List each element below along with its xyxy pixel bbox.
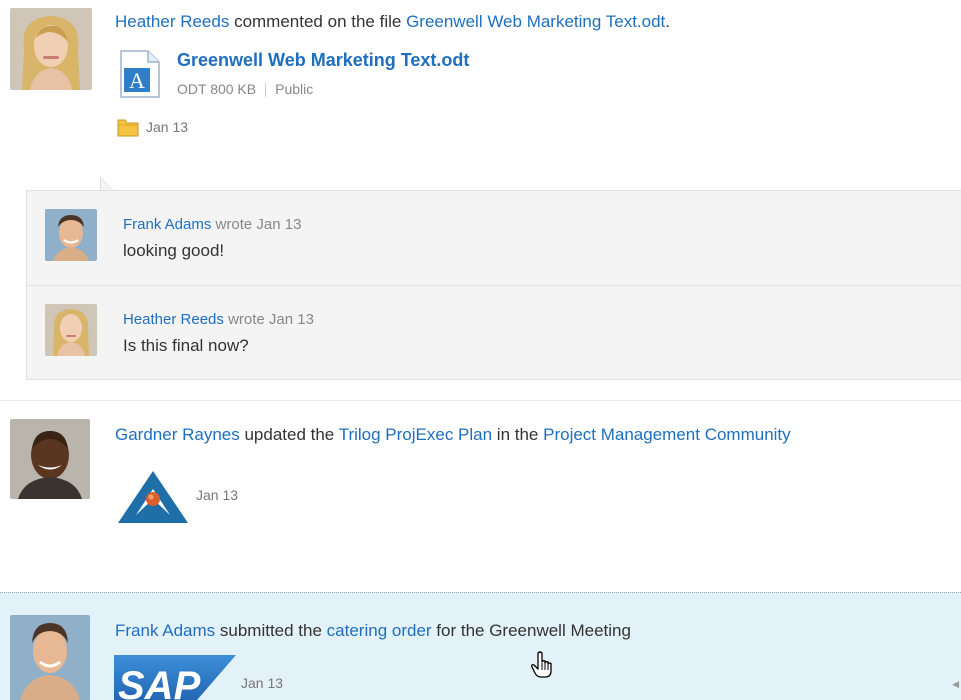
activity-headline: Heather Reeds commented on the file Gree… [115,11,670,33]
activity-date: Jan 13 [196,487,239,503]
activity-headline: Gardner Raynes updated the Trilog ProjEx… [115,424,791,446]
scroll-left-icon[interactable]: ◀ [952,679,959,690]
activity-date: Jan 13 [146,119,189,135]
comment-meta: Heather Reeds wrote Jan 13 [123,311,314,328]
middle-text: in the [492,425,544,444]
comment-text: Is this final now? [123,336,249,355]
comments-list: Frank Adams wrote Jan 13 looking good! H… [26,190,961,380]
comment-author-link[interactable]: Frank Adams [123,216,211,233]
hand-cursor-icon [530,651,556,679]
avatar[interactable] [10,8,92,90]
sap-logo-text: SAP [118,664,201,700]
folder-icon[interactable] [117,117,139,137]
feed-item: Heather Reeds commented on the file Gree… [0,0,961,400]
suffix-text: for the Greenwell Meeting [431,621,631,640]
comment-timestamp: wrote Jan 13 [228,311,314,328]
file-visibility: Public [275,81,314,97]
file-card: A Greenwell Web Marketing Text.odt ODT 8… [120,48,620,104]
target-link[interactable]: Trilog ProjExec Plan [339,425,492,444]
activity-feed: Heather Reeds commented on the file Gree… [0,0,961,700]
comment-author-link[interactable]: Heather Reeds [123,311,224,328]
comment-meta: Frank Adams wrote Jan 13 [123,216,301,233]
actor-link[interactable]: Gardner Raynes [115,425,240,444]
comment-item: Frank Adams wrote Jan 13 looking good! [27,191,961,286]
file-title-link[interactable]: Greenwell Web Marketing Text.odt [177,50,469,71]
avatar[interactable] [45,209,97,261]
actor-link[interactable]: Frank Adams [115,621,215,640]
activity-headline: Frank Adams submitted the catering order… [115,620,631,642]
actor-link[interactable]: Heather Reeds [115,12,229,31]
sap-logo-icon[interactable]: SAP [114,655,236,700]
comment-item: Heather Reeds wrote Jan 13 Is this final… [27,286,961,380]
target-link[interactable]: Greenwell Web Marketing Text.odt [406,12,665,31]
file-meta: ODT 800 KB Public [177,81,314,98]
avatar[interactable] [45,304,97,356]
action-text: submitted the [215,621,327,640]
target-suffix: . [665,12,671,31]
projexec-logo-icon[interactable] [116,469,190,525]
meta-separator [265,83,267,98]
target-link[interactable]: catering order [327,621,432,640]
file-type-size: ODT 800 KB [177,81,257,97]
activity-date: Jan 13 [241,675,284,691]
action-text: updated the [239,425,339,444]
document-icon[interactable]: A [120,50,160,98]
action-text: commented on the file [229,12,407,31]
avatar[interactable] [10,419,90,499]
document-icon-letter: A [129,68,145,93]
comment-text: looking good! [123,241,225,260]
feed-item: Frank Adams submitted the catering order… [0,592,961,700]
feed-item: Gardner Raynes updated the Trilog ProjEx… [0,400,961,592]
avatar[interactable] [10,615,90,700]
comment-timestamp: wrote Jan 13 [215,216,302,233]
community-link[interactable]: Project Management Community [543,425,791,444]
